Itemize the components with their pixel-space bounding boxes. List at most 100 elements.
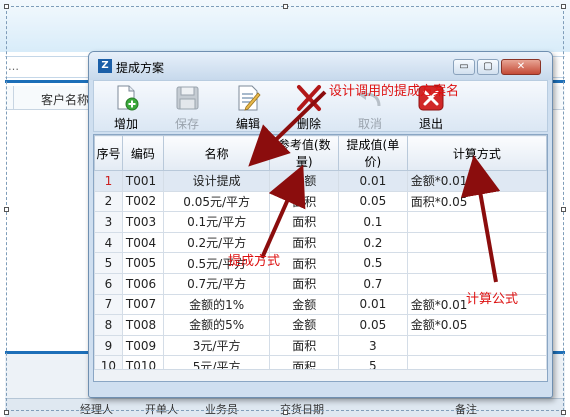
annotation-method: 提成方式 <box>228 254 281 269</box>
resize-handle[interactable] <box>283 410 288 415</box>
cell-name[interactable]: 0.7元/平方 <box>162 272 271 295</box>
header-code[interactable]: 编码 <box>121 135 164 171</box>
cell-seq[interactable]: 6 <box>94 272 123 295</box>
minimize-button[interactable]: ▭ <box>453 59 475 75</box>
cell-formula[interactable] <box>406 334 548 357</box>
table-row[interactable]: 9 T009 3元/平方 面积 3 <box>94 334 548 357</box>
cell-name[interactable]: 0.1元/平方 <box>162 211 271 233</box>
cell-seq[interactable]: 9 <box>94 334 123 357</box>
cell-code[interactable]: T003 <box>121 211 164 233</box>
cell-reference[interactable]: 金额 <box>269 293 340 316</box>
add-document-icon <box>117 85 139 111</box>
cell-commission-value[interactable]: 0.05 <box>338 314 408 336</box>
cell-code[interactable]: T001 <box>121 170 164 192</box>
dialog-titlebar[interactable]: Z 提成方案 ▭ ▢ ✕ <box>89 52 552 80</box>
cell-reference[interactable]: 面积 <box>269 211 340 233</box>
add-button[interactable]: 增加 <box>106 84 146 131</box>
edit-document-icon <box>238 85 261 111</box>
cell-seq[interactable]: 7 <box>94 293 123 316</box>
table-row[interactable]: 8 T008 金额的5% 金额 0.05 金额*0.05 <box>94 314 548 336</box>
resize-handle[interactable] <box>4 207 9 212</box>
cell-code[interactable]: T008 <box>121 314 164 336</box>
resize-handle[interactable] <box>283 4 288 9</box>
delete-label: 删除 <box>296 117 321 131</box>
cell-seq[interactable]: 2 <box>94 190 123 213</box>
app-logo-icon: Z <box>98 59 112 73</box>
cell-seq[interactable]: 1 <box>94 170 123 192</box>
cell-name[interactable]: 设计提成 <box>162 170 271 192</box>
cell-name[interactable]: 0.05元/平方 <box>162 190 271 213</box>
cell-formula[interactable]: 金额*0.05 <box>406 314 548 336</box>
cell-formula[interactable]: 面积*0.05 <box>406 190 548 213</box>
table-row[interactable]: 5 T005 0.5元/平方 面积 0.5 <box>94 252 548 274</box>
cell-commission-value[interactable]: 0.5 <box>338 252 408 274</box>
resize-handle[interactable] <box>561 410 566 415</box>
cell-commission-value[interactable]: 0.01 <box>338 293 408 316</box>
edit-button[interactable]: 编辑 <box>228 84 268 131</box>
delete-button[interactable]: 删除 <box>289 84 329 131</box>
cell-name[interactable]: 金额的5% <box>162 314 271 336</box>
cell-commission-value[interactable]: 3 <box>338 334 408 357</box>
cell-code[interactable]: T005 <box>121 252 164 274</box>
cell-formula[interactable]: 金额*0.01 <box>406 170 548 192</box>
cell-code[interactable]: T006 <box>121 272 164 295</box>
edit-label: 编辑 <box>235 117 260 131</box>
horizontal-scrollbar[interactable] <box>94 369 547 381</box>
cell-code[interactable]: T009 <box>121 334 164 357</box>
header-seq[interactable]: 序号 <box>94 135 123 171</box>
dialog-title: 提成方案 <box>116 61 165 75</box>
table-header-row: 序号 编码 名称 参考值(数量) 提成值(单价) 计算方式 <box>94 135 548 171</box>
add-label: 增加 <box>113 117 138 131</box>
cell-reference[interactable]: 面积 <box>269 190 340 213</box>
scheme-table: 序号 编码 名称 参考值(数量) 提成值(单价) 计算方式 1 T001 设计提成金… <box>93 134 548 382</box>
header-reference[interactable]: 参考值(数量) <box>269 135 340 171</box>
cell-code[interactable]: T002 <box>121 190 164 213</box>
resize-handle[interactable] <box>4 4 9 9</box>
cell-commission-value[interactable]: 0.7 <box>338 272 408 295</box>
table-row[interactable]: 2 T002 0.05元/平方 面积 0.05 面积*0.05 <box>94 190 548 213</box>
cell-name[interactable]: 金额的1% <box>162 293 271 316</box>
cell-reference[interactable]: 面积 <box>269 334 340 357</box>
cell-reference[interactable]: 金额 <box>269 170 340 192</box>
cell-reference[interactable]: 面积 <box>269 231 340 254</box>
toolbar: 增加 保存 编辑 删除 取消 退出 <box>93 80 548 132</box>
resize-handle[interactable] <box>561 4 566 9</box>
header-commission-value[interactable]: 提成值(单价) <box>338 135 408 171</box>
cell-commission-value[interactable]: 0.2 <box>338 231 408 254</box>
cancel-label: 取消 <box>357 117 382 131</box>
scheme-grid: 序号 编码 名称 参考值(数量) 提成值(单价) 计算方式 1 T001 设计提成金… <box>94 135 548 377</box>
cell-formula[interactable] <box>406 252 548 274</box>
cell-code[interactable]: T004 <box>121 231 164 254</box>
cell-formula[interactable] <box>406 231 548 254</box>
commission-scheme-dialog: Z 提成方案 ▭ ▢ ✕ 增加 保存 编辑 删除 取消 退出 序号 编码 名称 … <box>88 51 553 398</box>
save-button[interactable]: 保存 <box>167 84 207 131</box>
resize-handle[interactable] <box>561 207 566 212</box>
cell-commission-value[interactable]: 0.05 <box>338 190 408 213</box>
header-formula[interactable]: 计算方式 <box>406 135 548 171</box>
red-x-icon <box>297 85 321 111</box>
exit-label: 退出 <box>418 117 443 131</box>
cell-reference[interactable]: 面积 <box>269 252 340 274</box>
save-label: 保存 <box>174 117 199 131</box>
resize-handle[interactable] <box>4 410 9 415</box>
cell-commission-value[interactable]: 0.01 <box>338 170 408 192</box>
table-row[interactable]: 3 T003 0.1元/平方 面积 0.1 <box>94 211 548 233</box>
table-row[interactable]: 4 T004 0.2元/平方 面积 0.2 <box>94 231 548 254</box>
cell-commission-value[interactable]: 0.1 <box>338 211 408 233</box>
annotation-formula: 计算公式 <box>466 292 519 307</box>
close-button[interactable]: ✕ <box>501 59 541 75</box>
annotation-scheme-name: 设计调用的提成方案名 <box>329 84 460 99</box>
table-row[interactable]: 1 T001 设计提成 金额 0.01 金额*0.01 <box>94 170 548 192</box>
cell-seq[interactable]: 4 <box>94 231 123 254</box>
cell-seq[interactable]: 5 <box>94 252 123 274</box>
floppy-disk-icon <box>176 86 199 110</box>
header-name[interactable]: 名称 <box>162 135 271 171</box>
cell-name[interactable]: 3元/平方 <box>162 334 271 357</box>
cell-formula[interactable] <box>406 211 548 233</box>
cell-reference[interactable]: 金额 <box>269 314 340 336</box>
cell-code[interactable]: T007 <box>121 293 164 316</box>
cell-seq[interactable]: 8 <box>94 314 123 336</box>
cell-reference[interactable]: 面积 <box>269 272 340 295</box>
cell-seq[interactable]: 3 <box>94 211 123 233</box>
restore-button[interactable]: ▢ <box>477 59 499 75</box>
